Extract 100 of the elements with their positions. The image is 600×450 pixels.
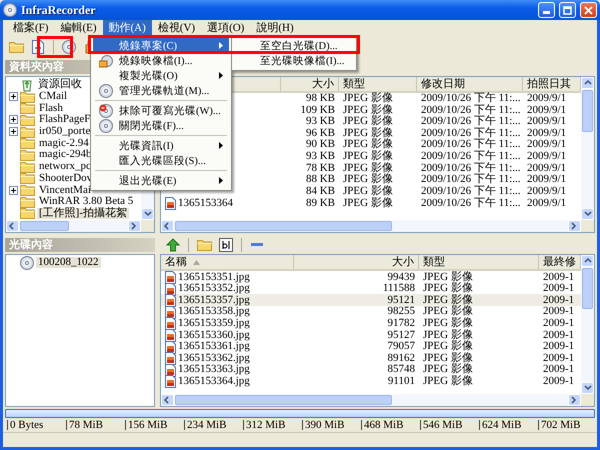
- window-title: InfraRecorder: [21, 2, 96, 18]
- panel-header: 光碟內容: [5, 238, 155, 252]
- table-cell: 2009/9/1: [527, 116, 566, 128]
- horizontal-scrollbar[interactable]: [161, 394, 581, 406]
- menu-item[interactable]: 抹除可覆寫光碟(W)...: [93, 103, 229, 118]
- table-cell-text: JPEG 影像: [423, 330, 473, 341]
- vertical-scrollbar[interactable]: [581, 77, 594, 220]
- column-header[interactable]: 類型: [423, 255, 445, 269]
- highlight-frame: [37, 36, 73, 58]
- file-name: 1365153362.jpg: [178, 352, 250, 364]
- folder-icon: [20, 114, 35, 126]
- file-row[interactable]: 1365153351.jpg 99439 JPEG 影像 2009-1: [161, 271, 581, 283]
- minimize-icon: [543, 11, 550, 14]
- up-button[interactable]: [164, 236, 182, 254]
- scale-label: 234 MiB: [184, 420, 243, 430]
- file-row[interactable]: 1365153362.jpg 89162 JPEG 影像 2009-1: [161, 352, 581, 364]
- table-cell: 98255: [388, 306, 415, 318]
- tree-item[interactable]: 資源回收: [36, 79, 84, 90]
- scrollbar-corner: [141, 220, 154, 232]
- file-name: 1365153361.jpg: [178, 341, 250, 353]
- image-file-icon: [165, 352, 176, 366]
- tree-item[interactable]: magic-2.94: [37, 138, 91, 149]
- expand-icon[interactable]: [8, 115, 18, 124]
- rename-button[interactable]: [217, 236, 235, 254]
- tree-item[interactable]: VincentMai: [37, 184, 93, 196]
- table-cell-text: JPEG 影像: [423, 306, 473, 318]
- image-file-icon: [165, 271, 176, 284]
- file-row[interactable]: 1365153364.jpg 91101 JPEG 影像 2009-1: [161, 375, 581, 387]
- table-cell-text: 2009/10/26 下午 11:...: [421, 186, 521, 197]
- image-file-icon: [165, 340, 176, 354]
- maximize-button[interactable]: [559, 2, 576, 18]
- tree-item[interactable]: CMail: [37, 91, 70, 102]
- table-cell-text: JPEG 影像: [343, 104, 393, 116]
- table-cell: 78 KB: [306, 162, 335, 174]
- column-header[interactable]: 大小: [312, 77, 334, 91]
- column-header[interactable]: 類型: [343, 77, 365, 91]
- scale-label: 78 MiB: [66, 420, 125, 430]
- file-name: 1365153360.jpg: [178, 330, 250, 342]
- expand-icon[interactable]: [8, 186, 18, 195]
- menu-title[interactable]: 檢視(V): [152, 20, 202, 36]
- column-header[interactable]: 大小: [392, 255, 414, 269]
- table-cell-text: JPEG 影像: [423, 364, 473, 376]
- table-cell: 2009-1: [543, 294, 574, 306]
- table-cell: 2009-1: [543, 364, 574, 376]
- menu-title[interactable]: 檔案(F): [7, 20, 54, 36]
- scale-label: 546 MiB: [420, 420, 479, 430]
- tree-item[interactable]: ir050_porte: [37, 126, 92, 138]
- column-header[interactable]: 拍照日其: [527, 77, 571, 91]
- table-cell: 99439: [388, 272, 415, 284]
- tree-item[interactable]: [工作照]-拍攝花絮: [37, 208, 129, 219]
- expand-icon[interactable]: [8, 92, 18, 102]
- menu-item[interactable]: 關閉光碟(F)...: [93, 118, 229, 133]
- expand-icon[interactable]: [8, 127, 18, 136]
- menu-item[interactable]: 光碟資訊(I): [93, 138, 229, 153]
- menu-item[interactable]: 匯入光碟區段(S)...: [93, 153, 229, 168]
- image-file-icon: [165, 364, 176, 377]
- table-cell: 96 KB: [306, 128, 335, 140]
- file-row[interactable]: 1365153359.jpg 91782 JPEG 影像 2009-1: [161, 317, 581, 329]
- menu-item[interactable]: 管理光碟軌道(M)...: [93, 83, 229, 98]
- table-cell: 2009-1: [543, 376, 574, 388]
- tree-item[interactable]: WinRAR 3.80 Beta 5: [37, 196, 136, 208]
- table-cell: 2009-1: [543, 318, 574, 330]
- horizontal-scrollbar[interactable]: [161, 220, 581, 232]
- image-file-icon: [165, 197, 176, 210]
- tree-item[interactable]: magic-294b: [37, 149, 94, 160]
- file-row[interactable]: 1365153357.jpg 95121 JPEG 影像 2009-1: [161, 294, 581, 306]
- table-cell: 93 KB: [306, 150, 335, 163]
- tree-item[interactable]: 100208_1022: [36, 257, 100, 268]
- tree-item[interactable]: FlashPageF: [37, 114, 92, 126]
- image-file-icon: [165, 282, 176, 296]
- tree-item[interactable]: networx_pc: [37, 161, 93, 172]
- menu-item[interactable]: 至空白光碟(D)...: [234, 38, 354, 53]
- table-cell: 95121: [388, 294, 415, 306]
- up-arrow-icon: [166, 238, 180, 252]
- disc-icon: [99, 84, 113, 98]
- table-cell: 2009-1: [543, 330, 574, 342]
- vertical-scrollbar[interactable]: [581, 255, 594, 394]
- menu-item[interactable]: 至光碟映像檔(I)...: [234, 53, 354, 68]
- folder-icon: [20, 148, 35, 161]
- menu-title[interactable]: 說明(H): [250, 20, 300, 36]
- table-cell-text: JPEG 影像: [343, 162, 393, 174]
- minimize-button[interactable]: [538, 2, 555, 18]
- menu-title[interactable]: 動作(A): [102, 20, 152, 36]
- table-cell: 2009/9/1: [527, 93, 566, 105]
- file-row[interactable]: 1365153360.jpg 95127 JPEG 影像 2009-1: [161, 328, 581, 341]
- tree-item[interactable]: ShooterDov: [37, 172, 94, 184]
- file-name: 1365153363.jpg: [178, 364, 250, 376]
- menu-item[interactable]: 退出光碟(E): [93, 173, 229, 188]
- table-cell-text: JPEG 影像: [343, 174, 393, 186]
- column-header[interactable]: 最終修: [543, 255, 576, 269]
- menu-title[interactable]: 選項(O): [201, 20, 250, 36]
- image-file-icon: [165, 328, 176, 342]
- tree-item[interactable]: Flash: [37, 102, 65, 114]
- horizontal-scrollbar[interactable]: [6, 220, 141, 232]
- column-header[interactable]: 修改日期: [421, 77, 465, 91]
- scrollbar-corner: [581, 394, 594, 406]
- menu-title[interactable]: 編輯(E): [54, 20, 102, 36]
- column-header[interactable]: 名稱: [165, 255, 187, 269]
- table-cell: 91782: [388, 318, 415, 330]
- close-button[interactable]: [580, 2, 597, 18]
